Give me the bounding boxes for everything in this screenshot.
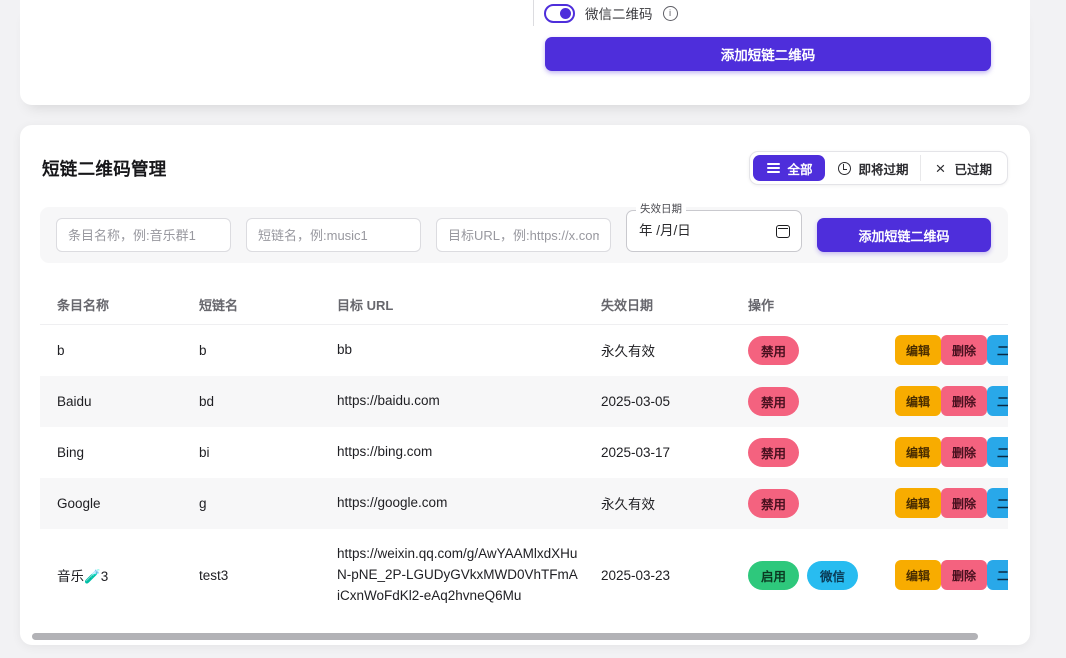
filter-group: 全部 即将过期 已过期: [749, 151, 1008, 185]
cell-name: Google: [57, 496, 199, 511]
table-header-row: 条目名称短链名目标 URL失效日期操作: [40, 285, 1008, 325]
filter-expiring[interactable]: 即将过期: [825, 155, 920, 181]
cell-actions: 编辑删除二维码: [895, 437, 1008, 467]
cell-actions: 编辑删除二维码: [895, 335, 1008, 365]
add-shortlink-qrcode-button[interactable]: 添加短链二维码: [545, 37, 991, 71]
filter-label: 全部: [787, 159, 812, 178]
cell-name: Baidu: [57, 394, 199, 409]
shortlink-manager-card: 短链二维码管理 全部 即将过期 已过期 失效日期 年 /月/日 添加短链二维码 条目…: [20, 125, 1030, 645]
column-header: 条目名称: [57, 295, 199, 314]
cell-status: 禁用: [748, 387, 895, 416]
delete-button[interactable]: 删除: [941, 560, 987, 590]
entry-name-input[interactable]: [56, 218, 231, 252]
edit-button[interactable]: 编辑: [895, 386, 941, 416]
edit-button[interactable]: 编辑: [895, 560, 941, 590]
cell-url: https://weixin.qq.com/g/AwYAAMlxdXHuN-pN…: [337, 529, 601, 622]
horizontal-scrollbar-thumb[interactable]: [32, 633, 978, 640]
wechat-qrcode-toggle-label: 微信二维码: [585, 3, 653, 23]
table-row: 音乐🧪3test3https://weixin.qq.com/g/AwYAAMl…: [40, 529, 1008, 622]
delete-button[interactable]: 删除: [941, 437, 987, 467]
cell-name: Bing: [57, 445, 199, 460]
cell-url: https://baidu.com: [337, 376, 601, 427]
delete-button[interactable]: 删除: [941, 335, 987, 365]
clock-icon: [837, 161, 851, 175]
table-scroll-area[interactable]: 条目名称短链名目标 URL失效日期操作 bbbb永久有效禁用编辑删除二维码Bai…: [40, 285, 1008, 621]
delete-button[interactable]: 删除: [941, 488, 987, 518]
cell-status: 禁用: [748, 489, 895, 518]
cell-slug: g: [199, 496, 337, 511]
qrcode-button[interactable]: 二维码: [987, 560, 1008, 590]
submit-add-button[interactable]: 添加短链二维码: [817, 218, 991, 252]
cell-expires: 2025-03-17: [601, 445, 748, 460]
filter-label: 已过期: [954, 159, 992, 178]
column-header: 目标 URL: [337, 295, 601, 314]
column-header: 操作: [748, 295, 895, 314]
target-url-input[interactable]: [436, 218, 611, 252]
status-badge-danger[interactable]: 禁用: [748, 387, 799, 416]
table-row: Googleghttps://google.com永久有效禁用 编辑删除二维码: [40, 478, 1008, 529]
cell-slug: b: [199, 343, 337, 358]
cell-actions: 编辑删除二维码: [895, 488, 1008, 518]
cell-status: 禁用: [748, 336, 895, 365]
qrcode-button[interactable]: 二维码: [987, 386, 1008, 416]
qrcode-button[interactable]: 二维码: [987, 488, 1008, 518]
cell-url: https://bing.com: [337, 427, 601, 478]
filter-all[interactable]: 全部: [753, 155, 825, 181]
slug-input[interactable]: [246, 218, 421, 252]
qrcode-button[interactable]: 二维码: [987, 437, 1008, 467]
delete-button[interactable]: 删除: [941, 386, 987, 416]
table-row: bbbb永久有效禁用编辑删除二维码: [40, 325, 1008, 376]
toggle-knob: [560, 8, 571, 19]
edit-button[interactable]: 编辑: [895, 488, 941, 518]
cell-expires: 永久有效: [601, 493, 748, 513]
card-header: 短链二维码管理 全部 即将过期 已过期: [42, 151, 1008, 185]
page-title: 短链二维码管理: [42, 156, 167, 181]
column-header: 失效日期: [601, 295, 748, 314]
edit-button[interactable]: 编辑: [895, 335, 941, 365]
edit-button[interactable]: 编辑: [895, 437, 941, 467]
cell-name: b: [57, 343, 199, 358]
table-row: Bingbihttps://bing.com2025-03-17禁用 编辑删除二维…: [40, 427, 1008, 478]
cell-name: 音乐🧪3: [57, 565, 199, 585]
table-body: bbbb永久有效禁用编辑删除二维码Baidubdhttps://baidu.co…: [40, 325, 1008, 621]
table-row: Baidubdhttps://baidu.com2025-03-05禁用 编辑删除…: [40, 376, 1008, 427]
calendar-icon[interactable]: [776, 225, 790, 238]
date-placeholder: 年 /月/日: [639, 211, 691, 251]
cell-slug: test3: [199, 568, 337, 583]
expiry-date-field[interactable]: 失效日期 年 /月/日: [626, 210, 802, 252]
status-badge-success[interactable]: 启用: [748, 561, 799, 590]
table: 条目名称短链名目标 URL失效日期操作 bbbb永久有效禁用编辑删除二维码Bai…: [40, 285, 1008, 621]
status-badge-danger[interactable]: 禁用: [748, 438, 799, 467]
x-icon: [933, 161, 947, 175]
list-icon: [766, 161, 780, 175]
panel-divider: [533, 0, 534, 26]
add-qrcode-card: 微信二维码 添加短链二维码: [20, 0, 1030, 105]
cell-status: 启用微信: [748, 561, 895, 590]
status-badge-danger[interactable]: 禁用: [748, 336, 799, 365]
create-form: 失效日期 年 /月/日 添加短链二维码: [40, 207, 1008, 263]
cell-url: bb: [337, 325, 601, 376]
cell-slug: bi: [199, 445, 337, 460]
info-icon[interactable]: [663, 6, 678, 21]
wechat-toggle-row: 微信二维码: [544, 2, 678, 24]
cell-expires: 永久有效: [601, 340, 748, 360]
status-badge-wechat[interactable]: 微信: [807, 561, 858, 590]
cell-status: 禁用: [748, 438, 895, 467]
column-header: 短链名: [199, 295, 337, 314]
cell-url: https://google.com: [337, 478, 601, 529]
filter-expired[interactable]: 已过期: [920, 155, 1004, 181]
wechat-qrcode-toggle[interactable]: [544, 4, 575, 23]
qrcode-button[interactable]: 二维码: [987, 335, 1008, 365]
cell-actions: 编辑删除二维码: [895, 386, 1008, 416]
cell-expires: 2025-03-05: [601, 394, 748, 409]
cell-expires: 2025-03-23: [601, 568, 748, 583]
status-badge-danger[interactable]: 禁用: [748, 489, 799, 518]
filter-label: 即将过期: [858, 159, 908, 178]
cell-actions: 编辑删除二维码: [895, 560, 1008, 590]
cell-slug: bd: [199, 394, 337, 409]
